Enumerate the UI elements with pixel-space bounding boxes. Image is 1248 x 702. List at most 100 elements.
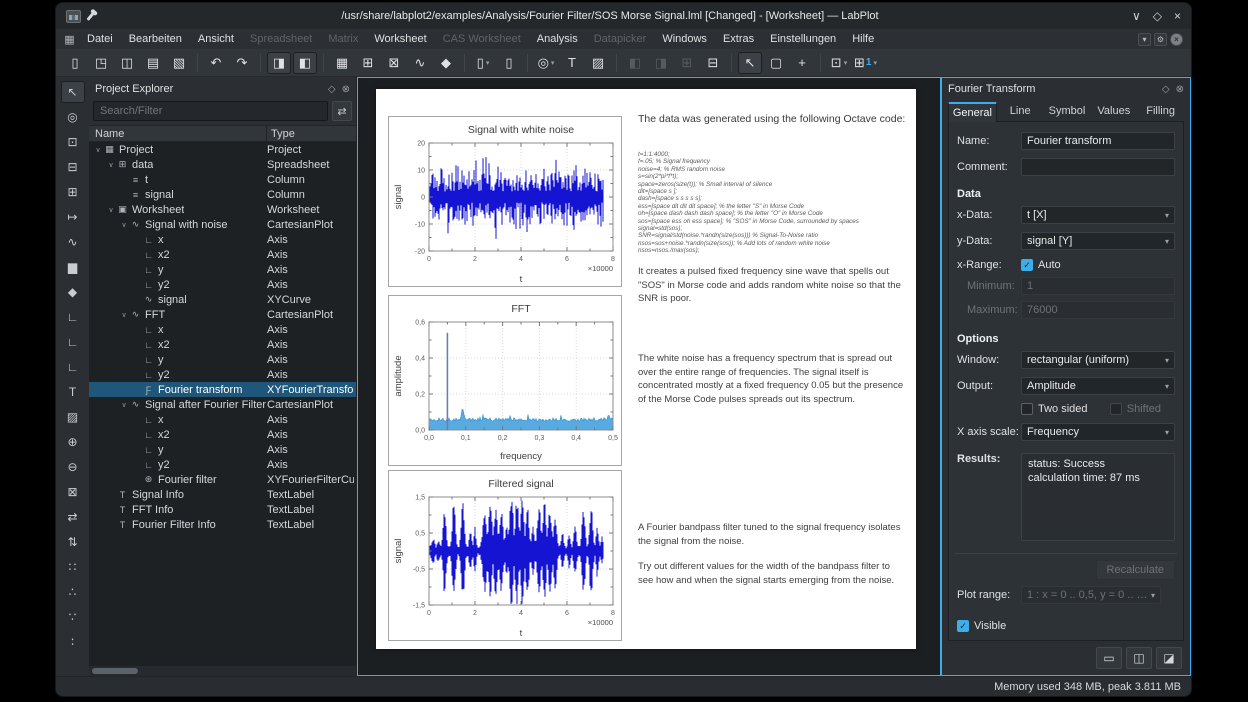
tree-row-signal[interactable]: ∿signalXYCurve: [89, 292, 356, 307]
tree-row-x2[interactable]: ∟x2Axis: [89, 337, 356, 352]
tree-row-x2[interactable]: ∟x2Axis: [89, 427, 356, 442]
shift-up-y-button[interactable]: ∵: [61, 606, 85, 628]
menu-ansicht[interactable]: Ansicht: [190, 29, 242, 49]
new-spreadsheet-button[interactable]: ⊞: [356, 52, 380, 74]
redo-button[interactable]: ↷: [230, 52, 254, 74]
close-dock-icon[interactable]: ⊗: [1176, 84, 1184, 95]
duplicate-button[interactable]: ▯: [497, 52, 521, 74]
column-header-type[interactable]: Type: [267, 126, 356, 141]
comment-input[interactable]: [1021, 158, 1175, 176]
tree-row-worksheet[interactable]: ∨▣WorksheetWorksheet: [89, 202, 356, 217]
tree-row-x2[interactable]: ∟x2Axis: [89, 247, 356, 262]
tree-row-project[interactable]: ∨▦ProjectProject: [89, 142, 356, 157]
tree-row-fourier-filter[interactable]: ⊛Fourier filterXYFourierFilterCurve: [89, 472, 356, 487]
tree-row-x[interactable]: ∟xAxis: [89, 322, 356, 337]
tree-row-y2[interactable]: ∟y2Axis: [89, 457, 356, 472]
pin-icon[interactable]: [86, 12, 94, 21]
series-fourier-transform[interactable]: [429, 410, 613, 430]
tree-row-fourier-transform[interactable]: ƑFourier transformXYFourierTransformCurv: [89, 382, 356, 397]
column-header-name[interactable]: Name: [89, 126, 267, 141]
fourier-filter-info-label[interactable]: A Fourier bandpass filter tuned to the s…: [638, 521, 906, 548]
float-dock-icon[interactable]: ◇: [1162, 84, 1170, 95]
tree-row-fft-info[interactable]: TFFT InfoTextLabel: [89, 502, 356, 517]
toggle-project-explorer-button[interactable]: ◨: [267, 52, 291, 74]
search-input[interactable]: [93, 101, 328, 121]
zoom-x-region-button[interactable]: ⊟: [61, 156, 85, 178]
add-fill-button[interactable]: ◆: [61, 281, 85, 303]
series-signal[interactable]: [430, 157, 603, 239]
zoom-preset-button[interactable]: ⊡▾: [827, 52, 851, 74]
add-axis-left-button[interactable]: ∟: [61, 331, 85, 353]
scale-auto-y-button[interactable]: ⇅: [61, 531, 85, 553]
new-workbook-button[interactable]: ▦: [330, 52, 354, 74]
new-matrix-button[interactable]: ⊠: [382, 52, 406, 74]
menu-hilfe[interactable]: Hilfe: [844, 29, 882, 49]
tree-row-signal-info[interactable]: TSignal InfoTextLabel: [89, 487, 356, 502]
menu-analysis[interactable]: Analysis: [529, 29, 586, 49]
dock-header[interactable]: Fourier Transform ◇ ⊗: [942, 78, 1190, 100]
worksheet-page[interactable]: 02468-20-1001020Signal with white noises…: [376, 89, 916, 649]
settings-gear-icon[interactable]: ⚙: [1154, 33, 1167, 46]
zoom-out-button[interactable]: ⊖: [61, 456, 85, 478]
shift-right-x-button[interactable]: ∴: [61, 581, 85, 603]
navigate-mouse-button[interactable]: ▢: [764, 52, 788, 74]
save-as-function-button[interactable]: ◪: [1156, 647, 1182, 669]
tree-row-y[interactable]: ∟yAxis: [89, 352, 356, 367]
close-button[interactable]: ×: [1174, 10, 1181, 22]
x-axis-scale-select[interactable]: Frequency▾: [1021, 423, 1175, 441]
measure-tool-button[interactable]: ↦: [61, 206, 85, 228]
add-image-button[interactable]: ▨: [61, 406, 85, 428]
menu-datei[interactable]: Datei: [79, 29, 121, 49]
zoom-select-region-button[interactable]: ⊡: [61, 131, 85, 153]
zoom-mode-button[interactable]: ◎▾: [534, 52, 558, 74]
shift-down-y-button[interactable]: ∶: [61, 631, 85, 653]
zoom-select-button[interactable]: +: [790, 52, 814, 74]
two-sided-checkbox[interactable]: [1021, 403, 1033, 415]
toggle-properties-explorer-button[interactable]: ◧: [293, 52, 317, 74]
tree-row-x[interactable]: ∟xAxis: [89, 232, 356, 247]
tree-row-fourier-filter-info[interactable]: TFourier Filter InfoTextLabel: [89, 517, 356, 532]
add-xy-curve-button[interactable]: ∿: [61, 231, 85, 253]
break-layout-button[interactable]: ⊟: [701, 52, 725, 74]
magnification-button[interactable]: ⊞1▾: [853, 52, 878, 74]
zoom-y-region-button[interactable]: ⊞: [61, 181, 85, 203]
new-document-button[interactable]: ▯▾: [471, 52, 495, 74]
worksheet-view[interactable]: 02468-20-1001020Signal with white noises…: [357, 77, 941, 676]
y-data-select[interactable]: signal [Y]▾: [1021, 232, 1175, 250]
maximize-button[interactable]: ◇: [1153, 10, 1162, 22]
float-dock-icon[interactable]: ◇: [328, 84, 336, 95]
print-button[interactable]: ▤: [141, 52, 165, 74]
visible-checkbox[interactable]: ✓: [957, 620, 969, 632]
menu-worksheet[interactable]: Worksheet: [366, 29, 434, 49]
tree-row-data[interactable]: ∨⊞dataSpreadsheet: [89, 157, 356, 172]
signal-info-label[interactable]: The data was generated using the followi…: [638, 113, 906, 125]
project-explorer-header[interactable]: Project Explorer ◇ ⊗: [89, 77, 356, 101]
menu-einstellungen[interactable]: Einstellungen: [762, 29, 844, 49]
save-project-button[interactable]: ◫: [115, 52, 139, 74]
color-picker-button[interactable]: ◆: [434, 52, 458, 74]
tree-row-signal[interactable]: ≡signalColumn: [89, 187, 356, 202]
zoom-in-button[interactable]: ⊕: [61, 431, 85, 453]
select-pointer-button[interactable]: ↖: [738, 52, 762, 74]
open-project-button[interactable]: ◳: [89, 52, 113, 74]
tree-row-y[interactable]: ∟yAxis: [89, 262, 356, 277]
scale-auto-x-button[interactable]: ⇄: [61, 506, 85, 528]
titlebar[interactable]: /usr/share/labplot2/examples/Analysis/Fo…: [56, 3, 1191, 29]
tree-row-fft[interactable]: ∨∿FFTCartesianPlot: [89, 307, 356, 322]
add-axis-custom-button[interactable]: ∟: [61, 356, 85, 378]
select-pointer-button[interactable]: ↖: [61, 81, 85, 103]
new-project-button[interactable]: ▯: [63, 52, 87, 74]
add-image-button[interactable]: ▨: [586, 52, 610, 74]
series-fourier-filter[interactable]: [430, 501, 603, 604]
tab-symbol[interactable]: Symbol: [1044, 102, 1091, 122]
add-axis-bottom-button[interactable]: ∟: [61, 306, 85, 328]
horizontal-scrollbar[interactable]: [89, 666, 356, 676]
plot-filtered-signal[interactable]: 02468-1,5-0,50,51,5Filtered signalsignal…: [388, 470, 622, 641]
add-text-label-button[interactable]: T: [560, 52, 584, 74]
tree-row-y[interactable]: ∟yAxis: [89, 442, 356, 457]
tree-row-signal-after-fourier-filter[interactable]: ∨∿Signal after Fourier FilterCartesianPl…: [89, 397, 356, 412]
tab-values[interactable]: Values: [1090, 102, 1137, 122]
zoom-fit-button[interactable]: ⊠: [61, 481, 85, 503]
add-histogram-button[interactable]: ▆: [61, 256, 85, 278]
tab-general[interactable]: General: [948, 102, 997, 122]
